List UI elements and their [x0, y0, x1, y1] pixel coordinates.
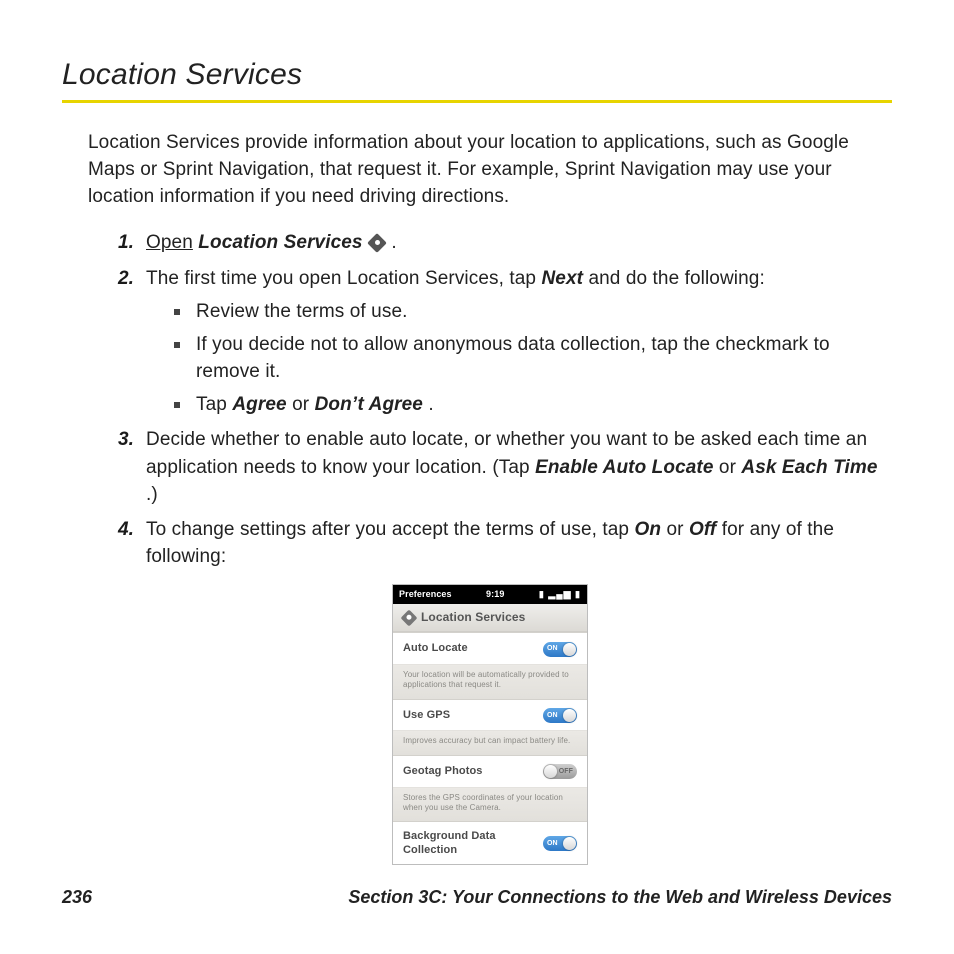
step-number: 2.	[118, 265, 134, 292]
screen-header-label: Location Services	[421, 609, 525, 626]
row-label: Auto Locate	[403, 641, 468, 657]
row-label: Background Data Collection	[403, 830, 513, 856]
step-4: 4. To change settings after you accept t…	[108, 516, 892, 570]
step-number: 3.	[118, 426, 134, 453]
screen-header: Location Services	[393, 604, 587, 632]
intro-paragraph: Location Services provide information ab…	[88, 129, 892, 210]
sub3-a: Tap	[196, 394, 232, 415]
toggle-geotag[interactable]: OFF	[543, 764, 577, 779]
sub3-agree: Agree	[232, 394, 286, 415]
row-use-gps: Use GPS ON	[393, 699, 587, 732]
step-4-off: Off	[689, 519, 716, 540]
row-label: Use GPS	[403, 708, 450, 724]
step-3-enable: Enable Auto Locate	[535, 457, 713, 478]
status-left: Preferences	[399, 588, 452, 601]
step-2-next: Next	[541, 268, 583, 289]
sub3-dont-agree: Don’t Agree	[315, 394, 423, 415]
page-footer: 236 Section 3C: Your Connections to the …	[62, 887, 892, 908]
step-2-sub2: If you decide not to allow anonymous dat…	[174, 331, 892, 385]
step-2-sub1: Review the terms of use.	[174, 298, 892, 325]
step-2-a: The first time you open Location Service…	[146, 268, 541, 289]
step-2-sub3: Tap Agree or Don’t Agree .	[174, 391, 892, 418]
step-1-open: Open	[146, 232, 193, 253]
step-3-ask: Ask Each Time	[741, 457, 877, 478]
row-geotag: Geotag Photos OFF	[393, 755, 587, 788]
step-4-on: On	[634, 519, 661, 540]
step-number: 4.	[118, 516, 134, 543]
step-4-a: To change settings after you accept the …	[146, 519, 634, 540]
row-bg-data: Background Data Collection ON	[393, 821, 587, 863]
status-time: 9:19	[452, 588, 539, 601]
signal-icon: ▮ ▂▄▆ ▮	[539, 588, 581, 601]
phone-screenshot: Preferences 9:19 ▮ ▂▄▆ ▮ Location Servic…	[392, 584, 588, 865]
note-auto-locate: Your location will be automatically prov…	[393, 665, 587, 699]
step-3-c: or	[719, 457, 741, 478]
note-use-gps: Improves accuracy but can impact battery…	[393, 731, 587, 754]
title-divider	[62, 100, 892, 103]
row-auto-locate: Auto Locate ON	[393, 632, 587, 665]
step-1: 1. Open Location Services .	[108, 229, 892, 256]
sub3-e: .	[428, 394, 433, 415]
step-4-c: or	[666, 519, 688, 540]
toggle-auto-locate[interactable]: ON	[543, 642, 577, 657]
page-title: Location Services	[62, 58, 892, 92]
step-2-sublist: Review the terms of use. If you decide n…	[146, 298, 892, 419]
step-1-period: .	[391, 232, 396, 253]
toggle-use-gps[interactable]: ON	[543, 708, 577, 723]
toggle-bg-data[interactable]: ON	[543, 836, 577, 851]
step-2-c: and do the following:	[588, 268, 764, 289]
row-label: Geotag Photos	[403, 764, 483, 780]
location-services-icon	[368, 234, 386, 250]
page-number: 236	[62, 887, 92, 908]
step-number: 1.	[118, 229, 134, 256]
note-geotag: Stores the GPS coordinates of your locat…	[393, 788, 587, 822]
step-2: 2. The first time you open Location Serv…	[108, 265, 892, 419]
step-3-e: .)	[146, 484, 158, 505]
steps-list: 1. Open Location Services . 2. The first…	[88, 229, 892, 570]
sub3-c: or	[292, 394, 314, 415]
status-bar: Preferences 9:19 ▮ ▂▄▆ ▮	[393, 585, 587, 604]
location-icon	[401, 609, 418, 626]
step-1-target: Location Services	[198, 232, 362, 253]
step-3: 3. Decide whether to enable auto locate,…	[108, 426, 892, 507]
section-label: Section 3C: Your Connections to the Web …	[348, 887, 892, 908]
